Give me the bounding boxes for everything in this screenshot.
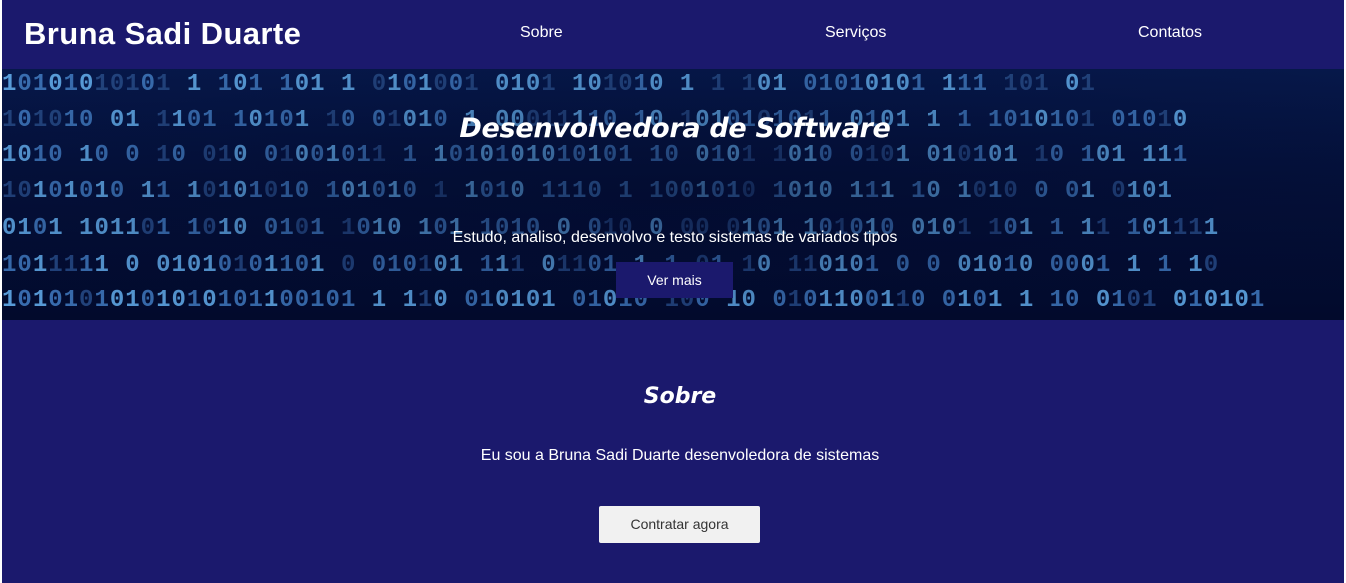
about-text: Eu sou a Bruna Sadi Duarte desenvoledora… [480,447,880,464]
contratar-agora-button[interactable]: Contratar agora [599,506,760,543]
hero-title: Desenvolvedora de Software [459,113,891,144]
hero-subtitle: Estudo, analiso, desenvolvo e testo sist… [452,229,898,246]
about-title: Sobre [643,384,717,409]
hero-banner: 10101010101 1 101 101 1 0101001 0101 101… [2,69,1344,320]
brand-logo[interactable]: Bruna Sadi Duarte [24,15,301,53]
nav-link-contatos[interactable]: Contatos [1138,23,1202,43]
ver-mais-button[interactable]: Ver mais [616,262,733,298]
page: Bruna Sadi Duarte Sobre Serviços Contato… [2,0,1344,583]
nav-link-sobre[interactable]: Sobre [520,23,563,43]
site-header: Bruna Sadi Duarte Sobre Serviços Contato… [2,0,1344,69]
nav-link-servicos[interactable]: Serviços [825,23,886,43]
